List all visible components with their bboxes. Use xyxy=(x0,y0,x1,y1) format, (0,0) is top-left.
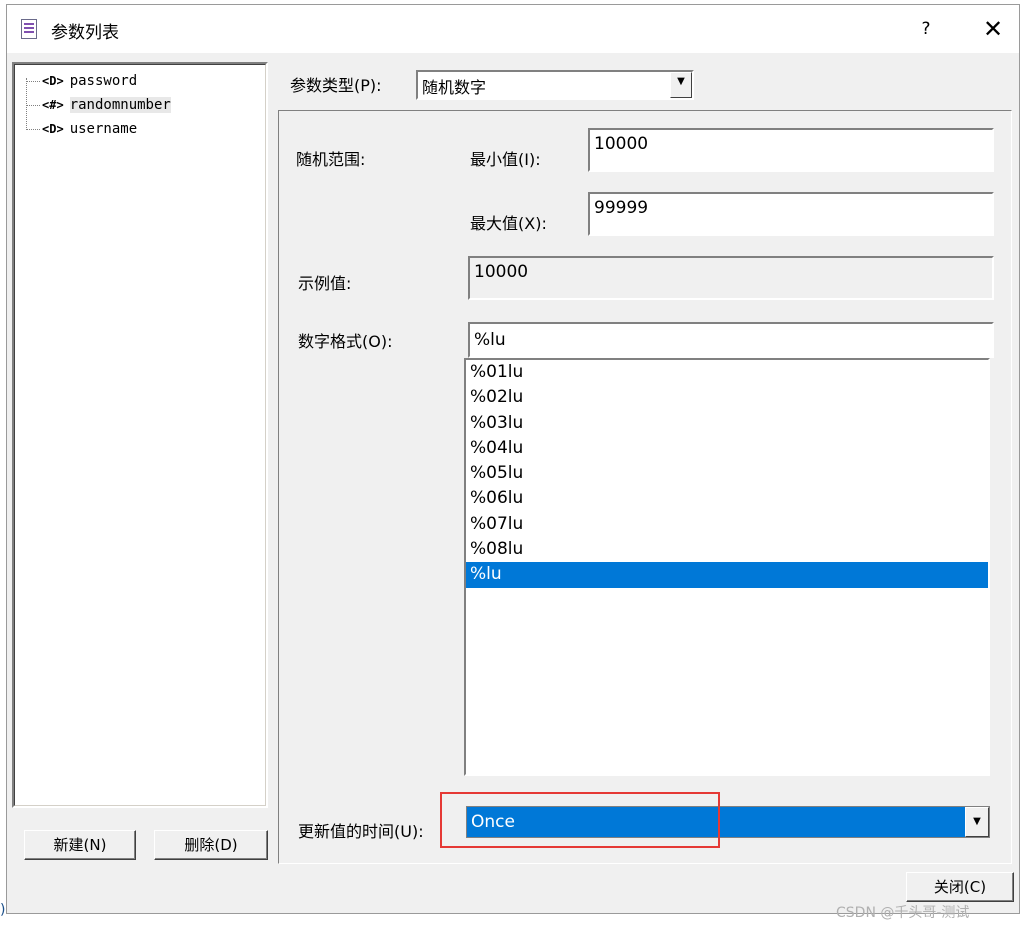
dialog-title: 参数列表 xyxy=(51,23,119,43)
param-type-label: 参数类型(P): xyxy=(290,76,382,95)
update-time-label: 更新值的时间(U): xyxy=(298,822,424,841)
tree-item-tag: <D> xyxy=(42,122,64,136)
new-button[interactable]: 新建(N) xyxy=(24,830,136,860)
parameter-tree[interactable]: <D> password <#> randomnumber <D> username xyxy=(12,62,268,808)
list-item[interactable]: %01lu xyxy=(466,360,988,385)
list-item[interactable]: %04lu xyxy=(466,436,988,461)
close-icon[interactable]: ✕ xyxy=(975,13,1011,45)
tree-item-label: password xyxy=(69,73,138,89)
max-value-input[interactable]: 99999 xyxy=(588,192,994,236)
chevron-down-icon[interactable]: ▼ xyxy=(670,72,692,98)
delete-button[interactable]: 删除(D) xyxy=(154,830,268,860)
param-type-value: 随机数字 xyxy=(422,78,487,97)
tree-item-tag: <D> xyxy=(42,74,64,88)
tree-item-tag: <#> xyxy=(42,98,64,112)
list-item[interactable]: %02lu xyxy=(466,385,988,410)
number-format-input[interactable]: %lu xyxy=(468,322,994,358)
number-format-label: 数字格式(O): xyxy=(298,332,393,351)
list-item[interactable]: %03lu xyxy=(466,411,988,436)
tree-item-username[interactable]: <D> username xyxy=(26,118,137,140)
tree-item-randomnumber[interactable]: <#> randomnumber xyxy=(26,94,171,116)
annotation-highlight-box xyxy=(440,792,720,848)
tree-item-label: username xyxy=(69,121,138,137)
random-range-label: 随机范围: xyxy=(296,150,366,169)
list-item[interactable]: %06lu xyxy=(466,486,988,511)
title-bar: 参数列表 ? ✕ xyxy=(7,5,1019,53)
tree-item-label: randomnumber xyxy=(69,97,171,113)
sample-value-field: 10000 xyxy=(468,256,994,300)
list-item[interactable]: %07lu xyxy=(466,512,988,537)
number-format-list[interactable]: %01lu %02lu %03lu %04lu %05lu %06lu %07l… xyxy=(464,358,990,776)
close-button[interactable]: 关闭(C) xyxy=(906,872,1014,902)
help-button[interactable]: ? xyxy=(911,15,941,43)
list-item[interactable]: %05lu xyxy=(466,461,988,486)
param-type-select[interactable]: 随机数字 ▼ xyxy=(416,70,694,100)
list-item[interactable]: %08lu xyxy=(466,537,988,562)
watermark: CSDN @千头哥-测试 xyxy=(836,905,970,921)
tree-item-password[interactable]: <D> password xyxy=(26,70,137,92)
document-icon xyxy=(21,19,37,39)
max-value-label: 最大值(X): xyxy=(470,214,547,233)
sample-value-label: 示例值: xyxy=(298,274,352,293)
min-value-label: 最小值(I): xyxy=(470,150,541,169)
min-value-input[interactable]: 10000 xyxy=(588,128,994,172)
chevron-down-icon[interactable]: ▼ xyxy=(965,807,989,837)
list-item-selected[interactable]: %lu xyxy=(466,562,988,588)
